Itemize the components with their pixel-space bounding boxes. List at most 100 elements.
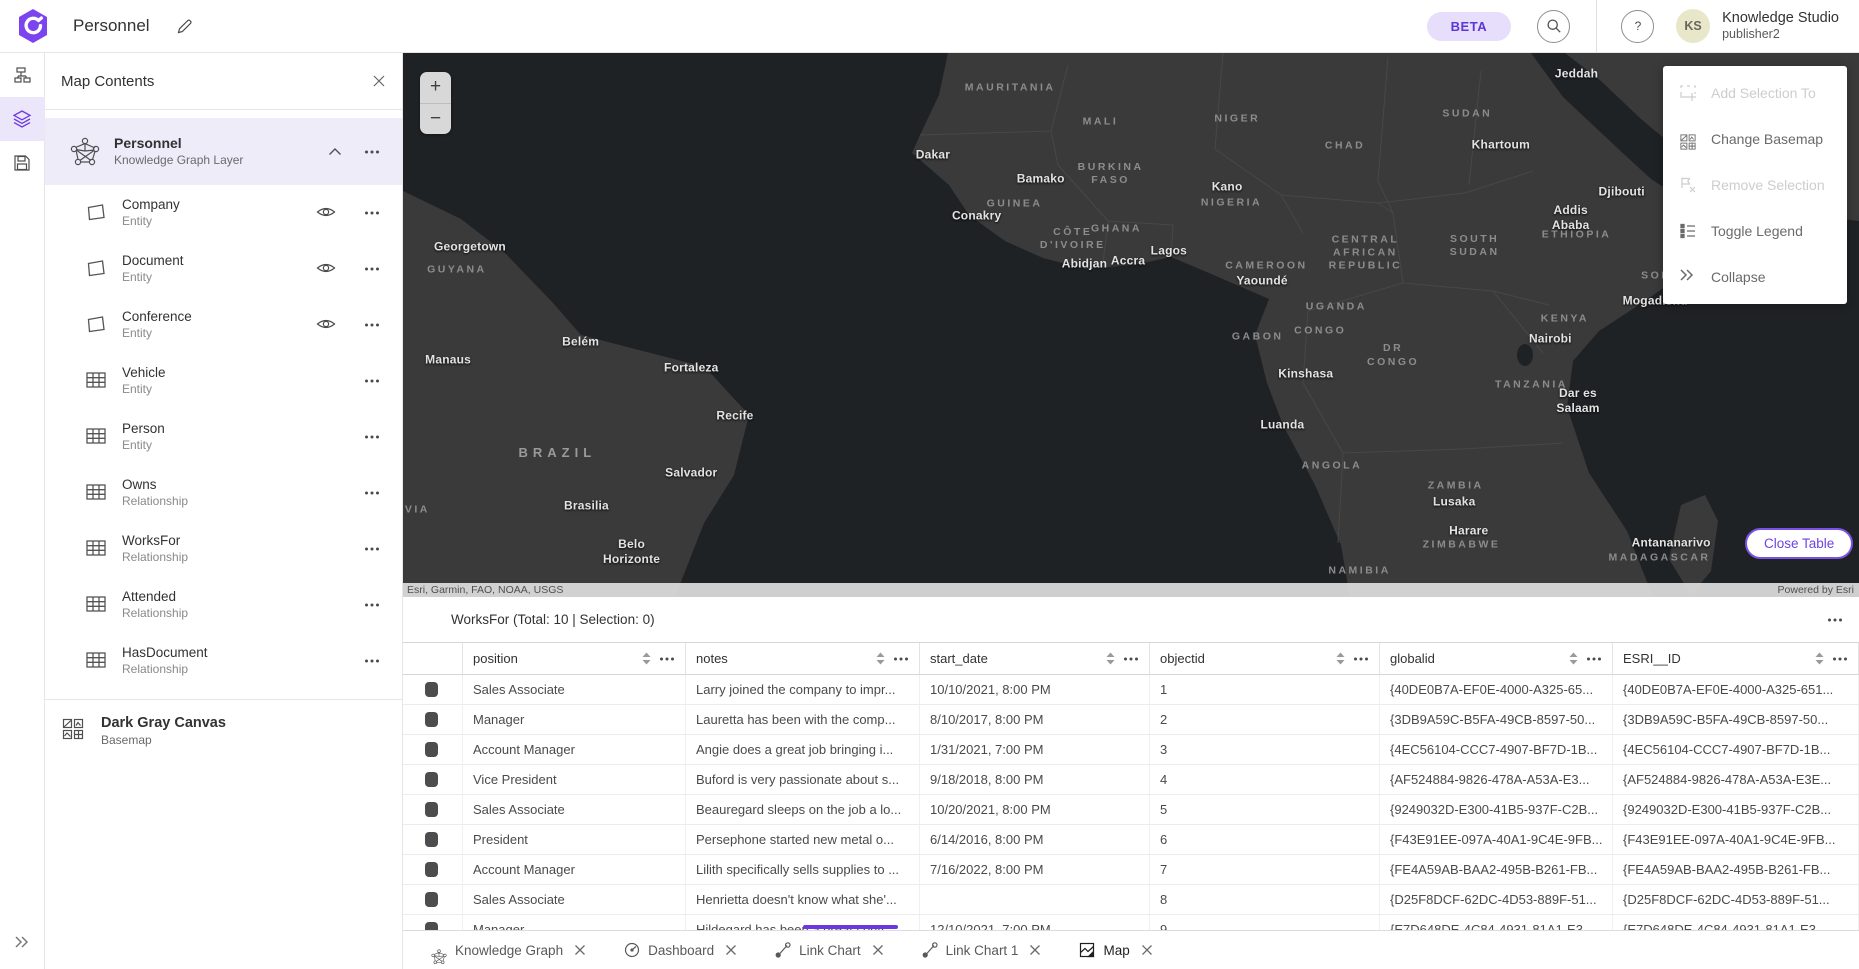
table-cell[interactable]: {3DB9A59C-B5FA-49CB-8597-50... [1613, 705, 1859, 734]
table-cell[interactable]: Lauretta has been with the comp... [686, 705, 920, 734]
rail-item-map-contents[interactable] [0, 97, 45, 141]
table-cell[interactable]: Beauregard sleeps on the job a lo... [686, 795, 920, 824]
table-cell[interactable]: {F43E91EE-097A-40A1-9C4E-9FB... [1380, 825, 1613, 854]
table-cell[interactable]: 7 [1150, 855, 1380, 884]
table-cell[interactable]: 9/18/2018, 8:00 PM [920, 765, 1150, 794]
table-cell[interactable]: 1 [1150, 675, 1380, 704]
eye-icon[interactable] [316, 314, 338, 336]
sort-icon[interactable] [642, 652, 651, 665]
collapse-group-chevron-icon[interactable] [328, 147, 342, 156]
table-cell[interactable]: Henrietta doesn't know what she'... [686, 885, 920, 914]
sort-icon[interactable] [1106, 652, 1115, 665]
table-cell[interactable]: 1/31/2021, 7:00 PM [920, 735, 1150, 764]
row-checkbox[interactable] [425, 892, 438, 907]
layer-options-icon[interactable] [364, 373, 380, 389]
layer-row-attended[interactable]: Attended Relationship [45, 577, 402, 633]
table-cell[interactable]: President [463, 825, 686, 854]
table-cell[interactable]: 8/10/2017, 8:00 PM [920, 705, 1150, 734]
layer-options-icon[interactable] [364, 541, 380, 557]
row-checkbox[interactable] [425, 832, 438, 847]
row-checkbox[interactable] [425, 712, 438, 727]
table-cell[interactable]: {40DE0B7A-EF0E-4000-A325-651... [1613, 675, 1859, 704]
rail-item-data-model[interactable] [0, 53, 45, 97]
table-cell[interactable]: Angie does a great job bringing i... [686, 735, 920, 764]
rail-item-save[interactable] [0, 141, 45, 185]
table-cell[interactable]: 7/16/2022, 8:00 PM [920, 855, 1150, 884]
table-cell[interactable]: Manager [463, 915, 686, 930]
table-cell[interactable]: Sales Associate [463, 885, 686, 914]
row-checkbox[interactable] [425, 742, 438, 757]
layer-row-worksfor[interactable]: WorksFor Relationship [45, 521, 402, 577]
table-cell[interactable]: {4EC56104-CCC7-4907-BF7D-1B... [1380, 735, 1613, 764]
table-cell[interactable]: {D25F8DCF-62DC-4D53-889F-51... [1613, 885, 1859, 914]
layer-row-document[interactable]: Document Entity [45, 241, 402, 297]
zoom-in-button[interactable]: + [420, 72, 451, 104]
close-tab-icon[interactable] [872, 944, 884, 956]
column-options-icon[interactable] [659, 651, 675, 667]
view-tab-dashboard[interactable]: Dashboard [624, 942, 737, 958]
layer-row-conference[interactable]: Conference Entity [45, 297, 402, 353]
table-cell[interactable]: 9 [1150, 915, 1380, 930]
view-tab-knowledge-graph[interactable]: Knowledge Graph [431, 942, 586, 958]
table-cell[interactable]: 2 [1150, 705, 1380, 734]
table-cell[interactable]: Account Manager [463, 735, 686, 764]
column-header-position[interactable]: position [463, 643, 686, 674]
table-cell[interactable]: 3 [1150, 735, 1380, 764]
column-options-icon[interactable] [1586, 651, 1602, 667]
table-cell[interactable]: {AF524884-9826-478A-A53A-E3E... [1613, 765, 1859, 794]
close-tab-icon[interactable] [725, 944, 737, 956]
column-header-start_date[interactable]: start_date [920, 643, 1150, 674]
eye-icon[interactable] [316, 258, 338, 280]
table-cell[interactable]: Sales Associate [463, 795, 686, 824]
close-panel-icon[interactable] [372, 74, 386, 88]
layer-options-icon[interactable] [364, 597, 380, 613]
column-options-icon[interactable] [1832, 651, 1848, 667]
table-cell[interactable]: 4 [1150, 765, 1380, 794]
table-cell[interactable] [920, 885, 1150, 914]
layer-row-company[interactable]: Company Entity [45, 185, 402, 241]
table-cell[interactable]: 10/10/2021, 8:00 PM [920, 675, 1150, 704]
column-header-globalid[interactable]: globalid [1380, 643, 1613, 674]
row-checkbox[interactable] [425, 862, 438, 877]
user-info[interactable]: Knowledge Studio publisher2 [1722, 10, 1839, 41]
table-cell[interactable]: {40DE0B7A-EF0E-4000-A325-65... [1380, 675, 1613, 704]
table-cell[interactable]: Buford is very passionate about s... [686, 765, 920, 794]
table-horizontal-scrollbar[interactable] [803, 925, 898, 929]
layer-row-owns[interactable]: Owns Relationship [45, 465, 402, 521]
table-cell[interactable]: 8 [1150, 885, 1380, 914]
layer-row-vehicle[interactable]: Vehicle Entity [45, 353, 402, 409]
row-checkbox[interactable] [425, 682, 438, 697]
menu-item-change-basemap[interactable]: Change Basemap [1663, 116, 1847, 162]
table-cell[interactable]: {E7D648DE-4C84-4931-81A1-E3... [1380, 915, 1613, 930]
table-cell[interactable]: {9249032D-E300-41B5-937F-C2B... [1613, 795, 1859, 824]
view-tab-map[interactable]: Map [1079, 942, 1152, 958]
table-options-icon[interactable] [1827, 612, 1843, 628]
table-cell[interactable]: 5 [1150, 795, 1380, 824]
layer-row-person[interactable]: Person Entity [45, 409, 402, 465]
close-tab-icon[interactable] [1029, 944, 1041, 956]
row-checkbox[interactable] [425, 802, 438, 817]
column-options-icon[interactable] [1353, 651, 1369, 667]
table-cell[interactable]: {F43E91EE-097A-40A1-9C4E-9FB... [1613, 825, 1859, 854]
sort-icon[interactable] [1336, 652, 1345, 665]
layer-options-icon[interactable] [364, 205, 380, 221]
rename-pencil-icon[interactable] [176, 18, 193, 35]
column-header-notes[interactable]: notes [686, 643, 920, 674]
expand-rail-button[interactable] [0, 925, 45, 959]
layer-options-icon[interactable] [364, 317, 380, 333]
column-options-icon[interactable] [1123, 651, 1139, 667]
user-avatar[interactable]: KS [1676, 9, 1710, 43]
table-cell[interactable]: {D25F8DCF-62DC-4D53-889F-51... [1380, 885, 1613, 914]
layer-options-icon[interactable] [364, 653, 380, 669]
table-cell[interactable]: {FE4A59AB-BAA2-495B-B261-FB... [1613, 855, 1859, 884]
table-cell[interactable]: {E7D648DE-4C84-4931-81A1-E3... [1613, 915, 1859, 930]
sort-icon[interactable] [876, 652, 885, 665]
table-cell[interactable]: 12/10/2021, 7:00 PM [920, 915, 1150, 930]
table-cell[interactable]: Persephone started new metal o... [686, 825, 920, 854]
menu-item-toggle-legend[interactable]: Toggle Legend [1663, 208, 1847, 254]
column-header-objectid[interactable]: objectid [1150, 643, 1380, 674]
view-tab-link-chart[interactable]: Link Chart [775, 942, 884, 958]
table-cell[interactable]: {FE4A59AB-BAA2-495B-B261-FB... [1380, 855, 1613, 884]
zoom-out-button[interactable]: − [420, 104, 451, 135]
map-view[interactable]: JeddahMAURITANIAMALINIGERSUDANKhartoumCH… [403, 53, 1859, 597]
